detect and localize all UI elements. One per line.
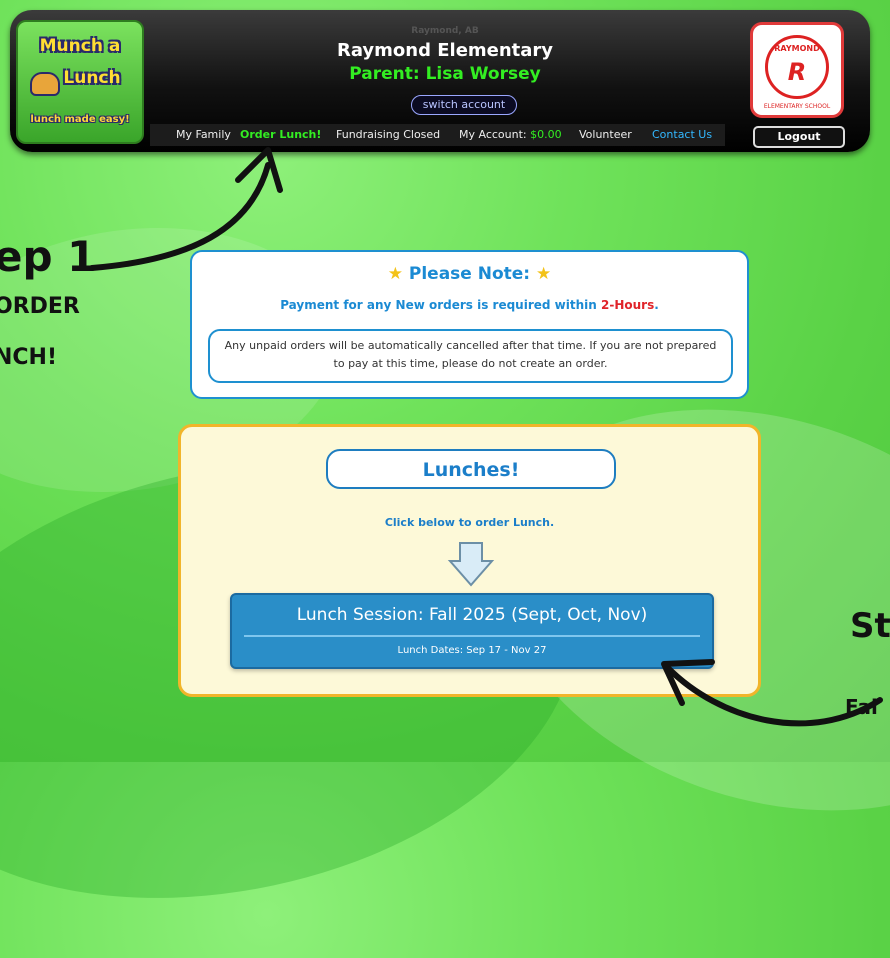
annotation-arrows bbox=[89, 147, 883, 727]
arrow-to-session bbox=[665, 665, 883, 727]
